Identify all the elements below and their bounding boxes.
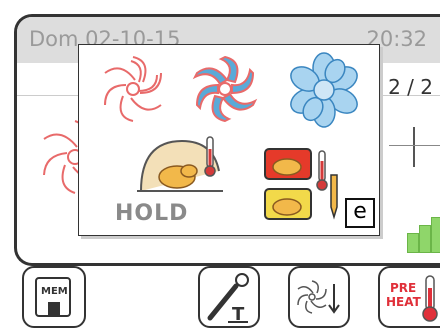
fan-speed-1-icon[interactable]	[97, 53, 169, 125]
fan-temperature-icon	[297, 280, 340, 314]
level-bar	[419, 225, 431, 253]
mem-label: MEM	[41, 286, 68, 297]
oven-control-screen: Dom 02-10-15 20:32 2 / 2 HOLD e MEM T PR…	[0, 0, 440, 334]
fan-speed-3-icon[interactable]	[285, 51, 363, 129]
graph-axis	[413, 127, 415, 167]
fan-speed-2-icon[interactable]	[189, 53, 261, 125]
level-bar	[407, 233, 419, 253]
page-indicator: 2 / 2	[388, 75, 433, 99]
floppy-disk-icon: MEM	[35, 277, 71, 317]
roast-chicken-hold-icon[interactable]	[137, 131, 227, 197]
core-probe-button[interactable]: T	[198, 266, 260, 328]
level-bar	[431, 217, 440, 253]
hold-label: HOLD	[115, 201, 189, 226]
fan-mode-popup: HOLD	[78, 44, 380, 236]
core-probe-icon: T	[207, 273, 249, 325]
preheat-button[interactable]: PRE HEAT	[378, 266, 440, 328]
memory-button[interactable]: MEM	[22, 266, 86, 328]
graph-line	[389, 145, 440, 146]
selection-marker: e	[345, 198, 375, 228]
preheat-label-1: PRE	[390, 281, 416, 295]
preheat-label-2: HEAT	[386, 295, 422, 309]
preheat-thermometer-icon: PRE HEAT	[386, 275, 438, 322]
fan-temperature-button[interactable]	[288, 266, 350, 328]
